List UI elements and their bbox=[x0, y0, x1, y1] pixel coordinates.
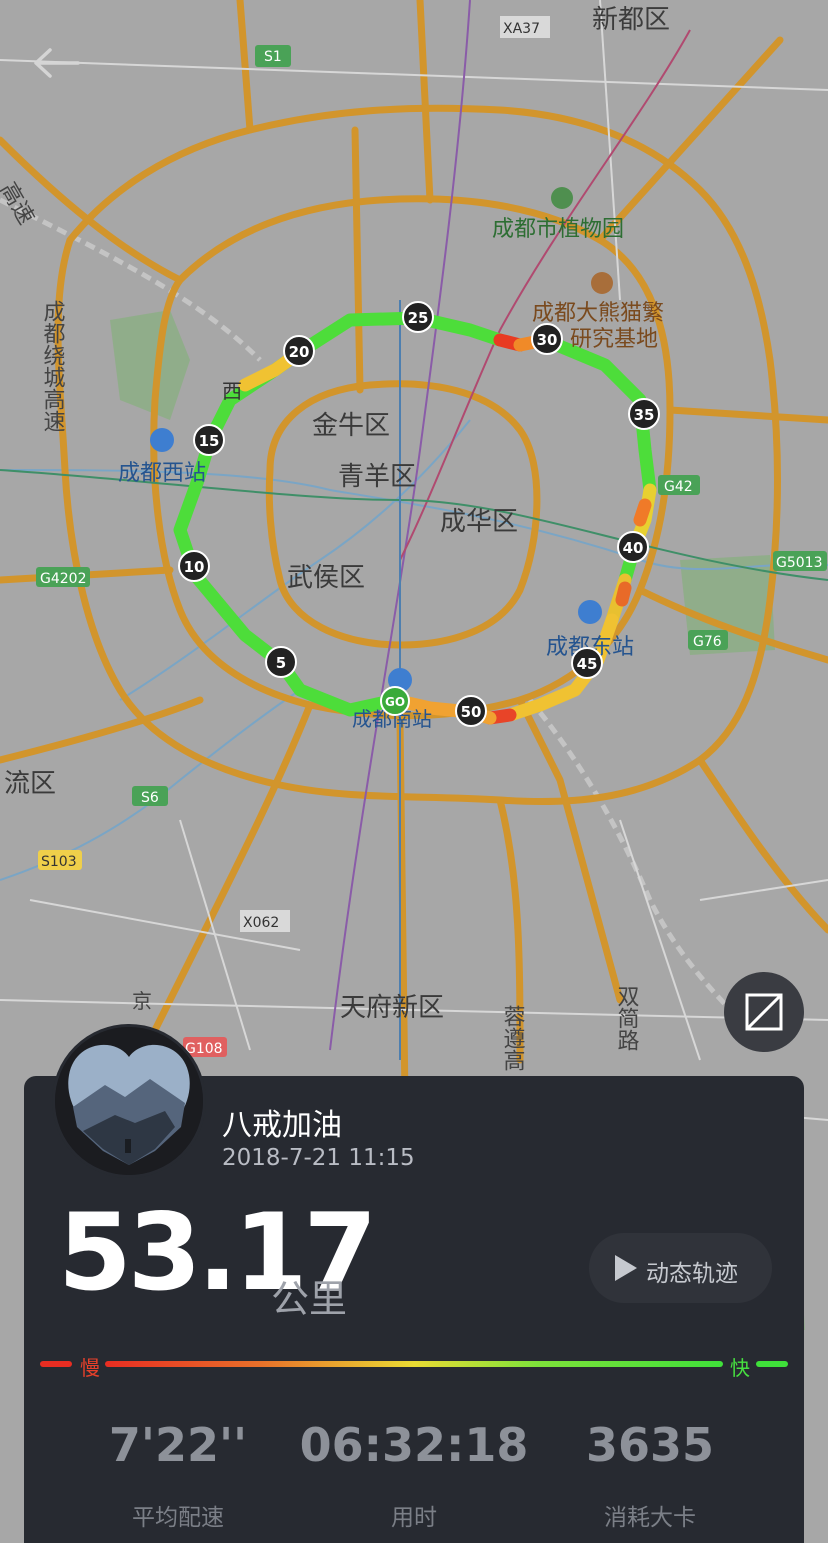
map-label-x062: X062 bbox=[243, 915, 279, 931]
map-label-g4202: G4202 bbox=[40, 571, 86, 587]
run-summary-screen: 新都区 XA37 S1 成都市植物园 成都大熊猫繁 研究基地 高速 成都绕城高速… bbox=[0, 0, 828, 1543]
svg-text:50: 50 bbox=[461, 703, 482, 721]
map-label-s6: S6 bbox=[141, 790, 159, 806]
map-label-panda-2: 研究基地 bbox=[570, 327, 658, 352]
map-label-raocheng: 成都绕城高速 bbox=[40, 300, 66, 432]
map-label-qingyang: 青羊区 bbox=[338, 462, 416, 492]
map-label-panda-1: 成都大熊猫繁 bbox=[532, 301, 664, 326]
km-marker-10: 10 bbox=[178, 550, 210, 582]
play-icon bbox=[615, 1255, 637, 1281]
map-label-g42: G42 bbox=[664, 479, 693, 495]
avatar[interactable] bbox=[52, 1024, 206, 1178]
panda-base-icon bbox=[591, 272, 613, 294]
duration-value: 06:32:18 bbox=[299, 1418, 529, 1472]
map-label-xa37: XA37 bbox=[503, 21, 540, 37]
map-label-xinduqu: 新都区 bbox=[592, 5, 670, 35]
svg-text:5: 5 bbox=[276, 654, 286, 672]
map-fullscreen-button[interactable] bbox=[724, 972, 804, 1052]
pace-scale-slow-label: 慢 bbox=[80, 1356, 100, 1380]
expand-icon bbox=[745, 993, 783, 1031]
map-label-jinniu: 金牛区 bbox=[312, 411, 390, 441]
km-marker-30: 30 bbox=[531, 323, 563, 355]
calories-label: 消耗大卡 bbox=[604, 1505, 696, 1531]
map-label-rongzun: 蓉遵高 bbox=[500, 1005, 526, 1071]
km-marker-15: 15 bbox=[193, 424, 225, 456]
map-label-wuhou: 武侯区 bbox=[287, 563, 365, 593]
map-label-g5013: G5013 bbox=[776, 555, 822, 571]
avg-pace-value: 7'22'' bbox=[108, 1418, 248, 1472]
svg-text:15: 15 bbox=[199, 432, 220, 450]
svg-text:10: 10 bbox=[184, 558, 205, 576]
map-label-xi: 西 bbox=[222, 379, 242, 403]
map-label-botanical: 成都市植物园 bbox=[492, 217, 624, 242]
back-button[interactable] bbox=[24, 36, 84, 92]
svg-text:20: 20 bbox=[289, 343, 310, 361]
start-marker: GO bbox=[380, 686, 410, 716]
avatar-image bbox=[55, 1027, 203, 1175]
svg-text:25: 25 bbox=[408, 309, 429, 327]
km-marker-45: 45 bbox=[571, 647, 603, 679]
map-label-tianfu: 天府新区 bbox=[340, 993, 444, 1023]
map-label-s1: S1 bbox=[264, 49, 282, 65]
distance-unit: 公里 bbox=[271, 1277, 348, 1321]
train-station-icon-east bbox=[578, 600, 602, 624]
pace-gradient-bar bbox=[105, 1361, 723, 1367]
km-marker-20: 20 bbox=[283, 335, 315, 367]
tree-icon bbox=[551, 187, 573, 209]
pace-scale-slow-cap bbox=[40, 1361, 72, 1367]
map-label-chenghua: 成华区 bbox=[440, 507, 518, 537]
avg-pace-label: 平均配速 bbox=[132, 1505, 224, 1531]
km-marker-35: 35 bbox=[628, 398, 660, 430]
km-marker-5: 5 bbox=[265, 646, 297, 678]
svg-text:40: 40 bbox=[623, 539, 644, 557]
km-marker-25: 25 bbox=[402, 301, 434, 333]
calories-value: 3635 bbox=[585, 1418, 715, 1472]
dynamic-track-label: 动态轨迹 bbox=[646, 1261, 738, 1287]
map-label-g76: G76 bbox=[693, 634, 722, 650]
train-station-icon-west bbox=[150, 428, 174, 452]
svg-text:GO: GO bbox=[385, 695, 405, 709]
dynamic-track-button[interactable]: 动态轨迹 bbox=[589, 1233, 772, 1303]
activity-date: 2018-7-21 11:15 bbox=[222, 1145, 415, 1171]
pace-scale-fast-cap bbox=[756, 1361, 788, 1367]
km-marker-50: 50 bbox=[455, 695, 487, 727]
user-name: 八戒加油 bbox=[222, 1108, 342, 1143]
pace-scale-fast-label: 快 bbox=[730, 1356, 750, 1380]
svg-text:45: 45 bbox=[577, 655, 598, 673]
svg-text:30: 30 bbox=[537, 331, 558, 349]
svg-text:35: 35 bbox=[634, 406, 655, 424]
km-marker-40: 40 bbox=[617, 531, 649, 563]
duration-label: 用时 bbox=[391, 1505, 437, 1531]
back-arrow-icon bbox=[34, 48, 80, 78]
map-label-liuqu: 流区 bbox=[4, 769, 56, 799]
map-label-chengdu-west: 成都西站 bbox=[118, 461, 206, 486]
map-label-shuangnan: 双简路 bbox=[614, 985, 640, 1051]
map-label-s103: S103 bbox=[41, 854, 77, 870]
map-label-jing: 京 bbox=[132, 989, 152, 1013]
